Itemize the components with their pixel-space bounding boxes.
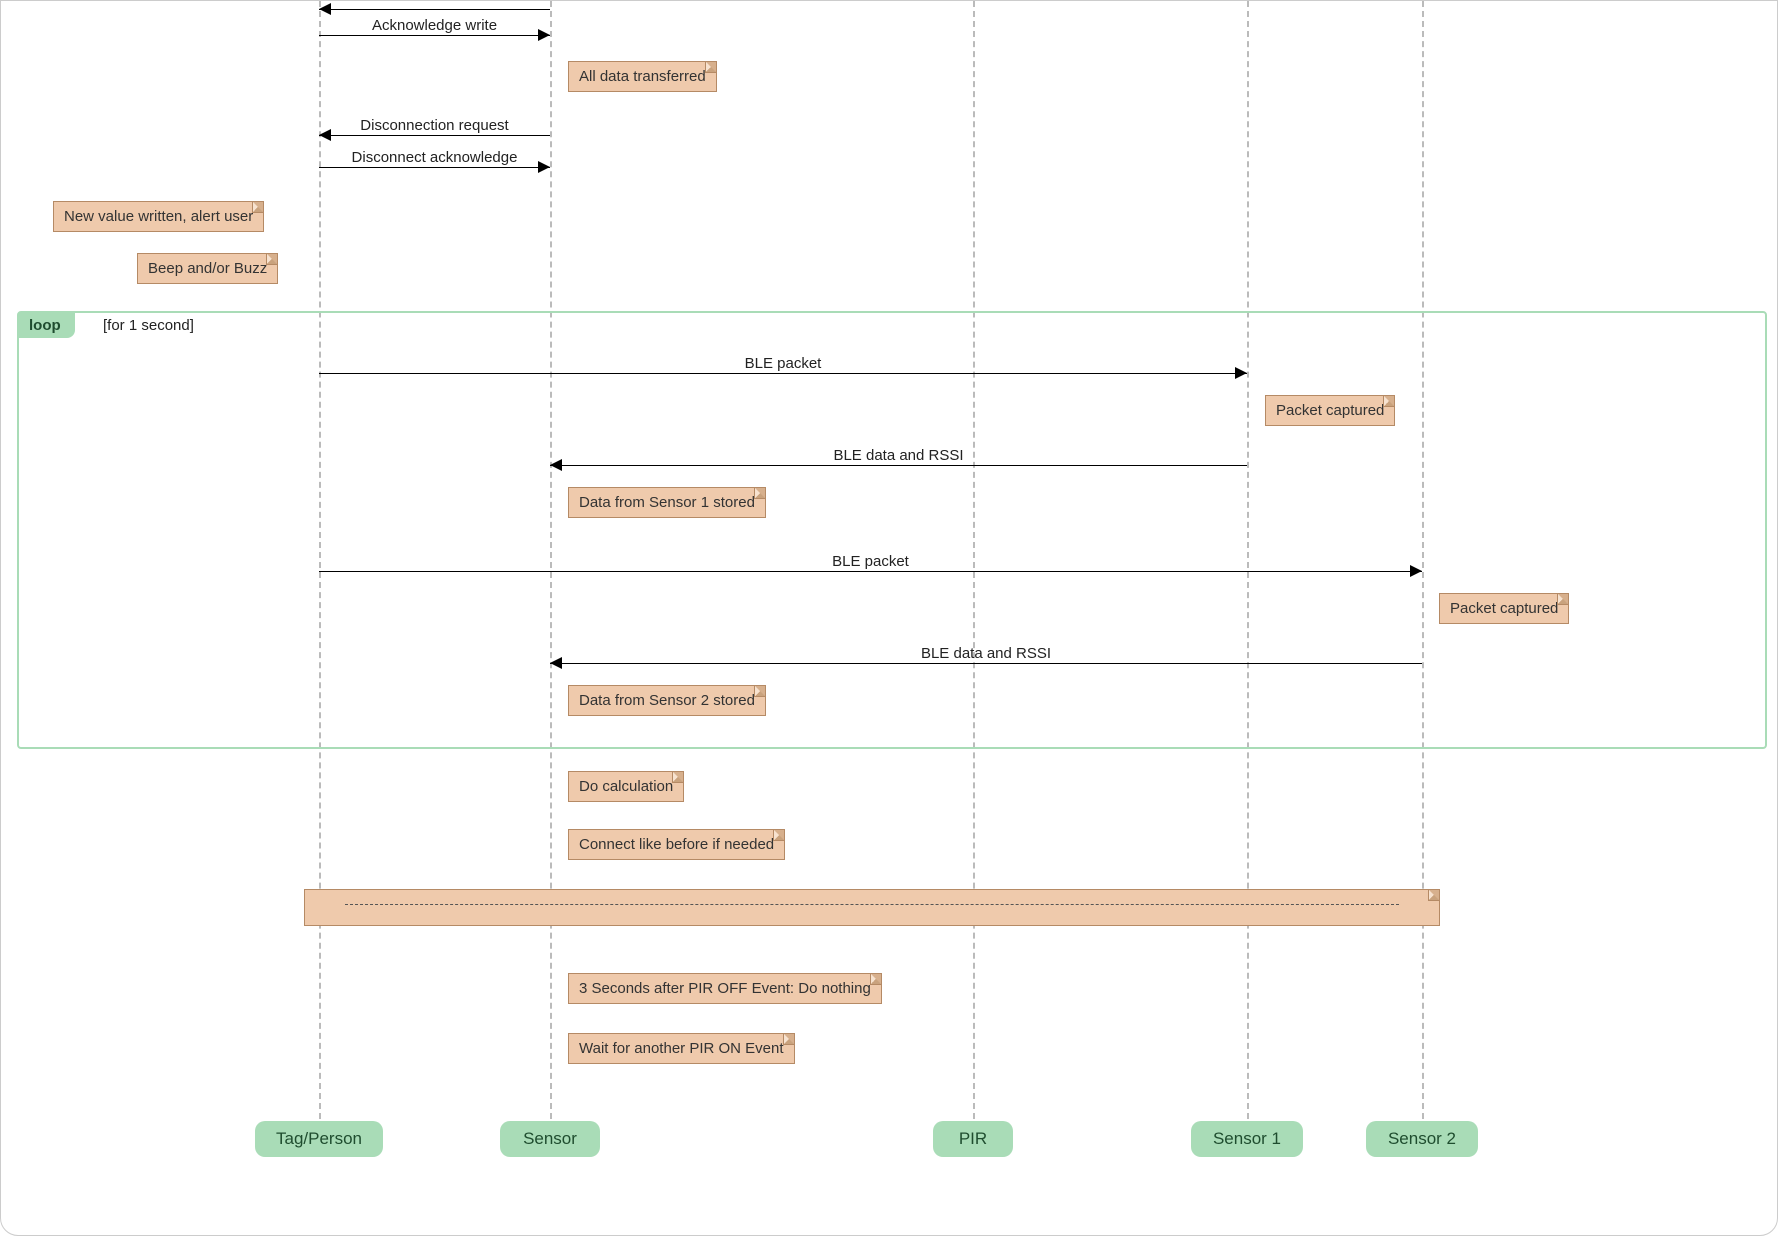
message-label: BLE packet xyxy=(745,355,822,372)
loop-label: loop xyxy=(29,317,61,334)
message-label: BLE data and RSSI xyxy=(833,447,963,464)
note-d1: Data from Sensor 1 stored xyxy=(568,487,766,518)
participant-label: PIR xyxy=(959,1129,987,1148)
note-text: Data from Sensor 1 stored xyxy=(579,494,755,511)
note-text: Wait for another PIR ON Event xyxy=(579,1040,784,1057)
message-arrow xyxy=(319,35,550,36)
participant-main: Sensor xyxy=(500,1121,600,1157)
note-beep: Beep and/or Buzz xyxy=(137,253,278,284)
note-text: Beep and/or Buzz xyxy=(148,260,267,277)
note-separator xyxy=(304,889,1440,926)
message-label: BLE packet xyxy=(832,553,909,570)
sequence-diagram: Tag/Person Sensor PIR Sensor 1 Sensor 2 Ackno… xyxy=(0,0,1778,1236)
note-text: Connect like before if needed xyxy=(579,836,774,853)
message-label: Disconnection request xyxy=(360,117,508,134)
note-text: Do calculation xyxy=(579,778,673,795)
note-text: All data transferred xyxy=(579,68,706,85)
participant-label: Sensor 2 xyxy=(1388,1129,1456,1148)
note-d2: Data from Sensor 2 stored xyxy=(568,685,766,716)
note-pkt2: Packet captured xyxy=(1439,593,1569,624)
participant-tag: Tag/Person xyxy=(255,1121,383,1157)
participant-s2: Sensor 2 xyxy=(1366,1121,1478,1157)
message-arrow xyxy=(550,465,1247,466)
arrow-head xyxy=(319,129,331,141)
note-pir_off: 3 Seconds after PIR OFF Event: Do nothin… xyxy=(568,973,882,1004)
note-text: New value written, alert user xyxy=(64,208,253,225)
message-arrow xyxy=(319,571,1422,572)
note-new_value: New value written, alert user xyxy=(53,201,264,232)
arrow-head xyxy=(538,161,550,173)
arrow-head xyxy=(1235,367,1247,379)
note-text: Data from Sensor 2 stored xyxy=(579,692,755,709)
arrow-head xyxy=(550,657,562,669)
note-pkt1: Packet captured xyxy=(1265,395,1395,426)
loop-frame: loop [for 1 second] xyxy=(17,311,1767,749)
message-label: BLE data and RSSI xyxy=(921,645,1051,662)
participant-label: Sensor xyxy=(523,1129,577,1148)
note-reconnect: Connect like before if needed xyxy=(568,829,785,860)
arrow-head xyxy=(550,459,562,471)
message-label: Disconnect acknowledge xyxy=(352,149,518,166)
participant-s1: Sensor 1 xyxy=(1191,1121,1303,1157)
message-label: Acknowledge write xyxy=(372,17,497,34)
message-arrow xyxy=(550,663,1422,664)
message-arrow xyxy=(319,135,550,136)
note-calc: Do calculation xyxy=(568,771,684,802)
note-text: Packet captured xyxy=(1276,402,1384,419)
arrow-head xyxy=(319,3,331,15)
message-arrow xyxy=(319,167,550,168)
note-all_data: All data transferred xyxy=(568,61,717,92)
loop-tab: loop xyxy=(19,313,75,338)
participant-pir: PIR xyxy=(933,1121,1013,1157)
participant-label: Tag/Person xyxy=(276,1129,362,1148)
loop-condition: [for 1 second] xyxy=(103,317,194,334)
message-arrow xyxy=(319,9,550,10)
note-text: Packet captured xyxy=(1450,600,1558,617)
participant-label: Sensor 1 xyxy=(1213,1129,1281,1148)
message-arrow xyxy=(319,373,1247,374)
arrow-head xyxy=(1410,565,1422,577)
separator-line xyxy=(345,904,1399,905)
note-wait: Wait for another PIR ON Event xyxy=(568,1033,795,1064)
arrow-head xyxy=(538,29,550,41)
note-text: 3 Seconds after PIR OFF Event: Do nothin… xyxy=(579,980,871,997)
